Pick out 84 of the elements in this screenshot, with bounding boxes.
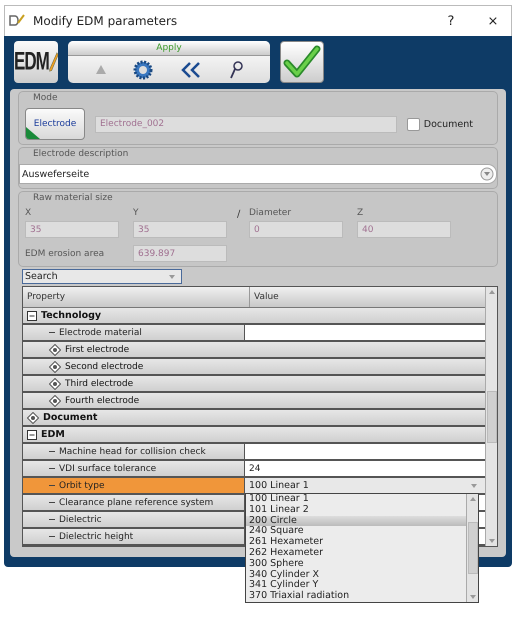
dropdown-option[interactable]: 262 Hexameter (246, 548, 466, 559)
scroll-up-icon (488, 289, 496, 295)
scrollbar[interactable] (466, 494, 478, 602)
field-label: EDM erosion area (25, 248, 106, 258)
dropdown-option[interactable]: 200 Circle (246, 516, 466, 526)
help-button[interactable]: ? (433, 8, 469, 34)
collapse-icon[interactable] (27, 310, 37, 320)
gear-icon[interactable] (133, 60, 153, 80)
tree-group-row[interactable]: EDM (23, 427, 485, 442)
dropdown-option[interactable]: 240 Square (246, 526, 466, 538)
dropdown-option[interactable]: 370 Triaxial radiation (246, 591, 466, 602)
dropdown-option[interactable]: 101 Linear 2 (246, 504, 466, 516)
search-dropdown[interactable]: Search (22, 269, 182, 284)
value-field[interactable] (245, 325, 485, 340)
field-label: Diameter (249, 208, 292, 218)
expand-diamond-icon[interactable] (49, 360, 61, 372)
expand-diamond-icon[interactable] (49, 378, 61, 390)
group-label: Raw material size (33, 193, 113, 203)
group-label: Electrode description (33, 149, 128, 159)
close-button[interactable]: × (475, 8, 511, 34)
property-label: Clearance plane reference system (59, 498, 214, 508)
property-cell[interactable]: VDI surface tolerance (23, 461, 245, 476)
field-label: Z (357, 208, 364, 218)
property-label: Dielectric (59, 514, 102, 524)
property-cell[interactable]: Dielectric (23, 512, 245, 527)
description-dropdown[interactable]: Ausweferseite (19, 164, 497, 184)
checkmark-icon (283, 45, 321, 79)
double-chevron-left-icon[interactable] (179, 60, 203, 78)
group-label: Technology (41, 310, 102, 321)
value-field[interactable] (245, 444, 485, 459)
property-cell[interactable]: Electrode material (23, 325, 245, 340)
dropdown-option[interactable]: 300 Sphere (246, 558, 466, 570)
dropdown-arrow-icon (469, 482, 479, 490)
expand-diamond-icon[interactable] (49, 394, 61, 406)
group-label: Mode (33, 93, 58, 103)
dropdown-option[interactable]: 261 Hexameter (246, 537, 466, 548)
tree-group-row[interactable]: First electrode (23, 342, 485, 357)
group-label: Fourth electrode (65, 396, 140, 406)
checkbox-label: Document (424, 118, 474, 130)
scroll-thumb[interactable] (486, 390, 496, 442)
app-logo-icon (9, 14, 27, 28)
tree-group-row[interactable]: Technology (23, 308, 485, 323)
dropdown-option[interactable]: 100 Linear 1 (246, 494, 466, 505)
property-cell[interactable]: Orbit type (23, 478, 245, 493)
dropdown-arrow-icon (167, 272, 177, 280)
group-label: Document (43, 412, 98, 423)
search-icon[interactable] (229, 60, 243, 80)
property-label: Orbit type (59, 480, 104, 490)
property-label: Dielectric height (59, 532, 134, 542)
tree-group-row[interactable]: Document (23, 410, 485, 425)
group-label: EDM (41, 429, 65, 440)
property-label: Electrode material (59, 328, 142, 338)
group-label: Second electrode (65, 362, 144, 372)
field-label: X (25, 208, 32, 218)
field-label: Y (133, 208, 140, 218)
expand-diamond-icon[interactable] (27, 412, 39, 424)
group-label: Third electrode (65, 378, 134, 388)
logo-text: EDM (14, 47, 49, 77)
dropdown-option[interactable]: 340 Cylinder X (246, 570, 466, 580)
scroll-up-icon (468, 496, 476, 502)
property-cell[interactable]: Clearance plane reference system (23, 495, 245, 510)
scroll-down-icon (488, 538, 496, 544)
document-checkbox[interactable] (406, 118, 420, 130)
dropdown-option[interactable]: 341 Cylinder Y (246, 580, 466, 592)
collapse-icon[interactable] (27, 430, 37, 440)
scroll-thumb[interactable] (468, 522, 478, 574)
column-header[interactable]: Property (23, 287, 250, 307)
property-cell[interactable]: Dielectric height (23, 529, 245, 544)
scroll-down-icon (468, 594, 476, 600)
scrollbar[interactable] (485, 287, 497, 546)
property-label: Machine head for collision check (59, 446, 206, 456)
tree-group-row[interactable]: Third electrode (23, 376, 485, 391)
expand-diamond-icon[interactable] (49, 344, 61, 356)
column-header[interactable]: Value (250, 287, 485, 307)
separator-label: / (237, 208, 241, 220)
electrode-button[interactable]: Electrode (25, 108, 85, 140)
confirm-button[interactable] (280, 41, 324, 83)
group-label: First electrode (65, 344, 130, 354)
value-field[interactable]: 24 (245, 461, 485, 476)
property-label: VDI surface tolerance (59, 464, 156, 474)
tree-group-row[interactable]: Fourth electrode (23, 393, 485, 408)
property-cell[interactable]: Machine head for collision check (23, 444, 245, 459)
window-title: Modify EDM parameters (33, 14, 178, 28)
tree-group-row[interactable]: Second electrode (23, 359, 485, 374)
